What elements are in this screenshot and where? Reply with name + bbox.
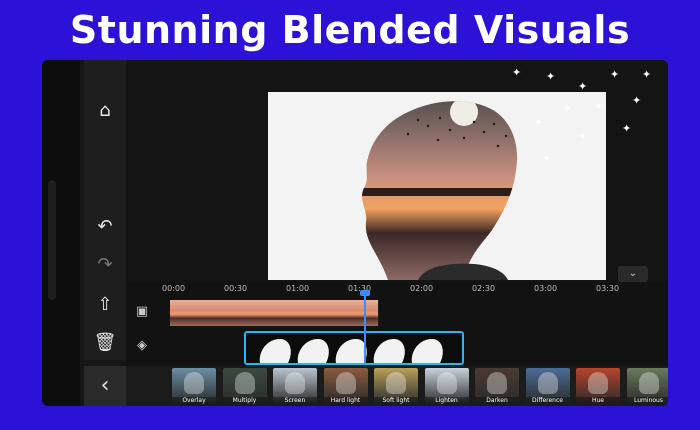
bird-icon: ✦ bbox=[546, 70, 556, 83]
tick-label: 03:00 bbox=[534, 284, 558, 293]
video-frame bbox=[338, 300, 379, 326]
home-icon[interactable]: ⌂ bbox=[92, 98, 118, 124]
bird-icon: ✦ bbox=[562, 102, 572, 115]
filter-luminous[interactable]: Luminous bbox=[626, 368, 668, 404]
timeline[interactable]: 00:00 00:30 01:00 01:30 02:00 02:30 03:0… bbox=[126, 282, 668, 366]
filter-thumbnail-image bbox=[335, 372, 356, 394]
filter-label: Screen bbox=[273, 397, 317, 404]
overlay-clip[interactable] bbox=[244, 331, 464, 365]
filter-lighten[interactable]: Lighten bbox=[424, 368, 469, 404]
bird-icon: ✦ bbox=[632, 94, 642, 107]
filter-thumbnail-image bbox=[386, 372, 406, 394]
bird-icon: ✦ bbox=[578, 80, 588, 93]
tick-label: 00:30 bbox=[224, 284, 248, 293]
timeline-ruler: 00:00 00:30 01:00 01:30 02:00 02:30 03:0… bbox=[126, 282, 668, 298]
tick-label: 00:00 bbox=[162, 284, 186, 293]
filter-label: Lighten bbox=[424, 397, 469, 404]
tick-label: 03:30 bbox=[596, 284, 620, 293]
filter-difference[interactable]: Difference bbox=[525, 368, 570, 404]
filter-thumbnail-image bbox=[537, 372, 558, 394]
page-title: Stunning Blended Visuals bbox=[69, 8, 631, 52]
bird-icon: ✦ bbox=[622, 122, 632, 135]
bird-icon: ✦ bbox=[534, 116, 544, 129]
playhead[interactable] bbox=[360, 290, 370, 364]
filter-thumbnail-image bbox=[285, 372, 305, 394]
filter-screen[interactable]: Screen bbox=[273, 368, 317, 404]
bird-icon: ✦ bbox=[542, 152, 552, 165]
filter-label: Soft light bbox=[374, 397, 418, 404]
filter-overlay[interactable]: Overlay bbox=[172, 368, 216, 404]
collapse-preview-button[interactable]: ⌄ bbox=[618, 266, 648, 282]
video-track-icon[interactable]: ▣ bbox=[130, 300, 154, 324]
filter-label: Darken bbox=[475, 397, 519, 404]
filter-label: Hue bbox=[576, 397, 620, 404]
filter-soft-light[interactable]: Soft light bbox=[374, 368, 418, 404]
filter-hard-light[interactable]: Hard light bbox=[323, 368, 368, 404]
filter-thumbnail-image bbox=[487, 372, 507, 394]
bird-icon: ✦ bbox=[578, 130, 588, 143]
filter-hue[interactable]: Hue bbox=[576, 368, 620, 404]
layers-icon[interactable]: ◈ bbox=[130, 334, 154, 358]
filter-label: Luminous bbox=[626, 397, 668, 404]
filter-label: Overlay bbox=[172, 397, 216, 404]
filter-label: Hard light bbox=[323, 397, 368, 404]
video-frame bbox=[170, 300, 213, 326]
filter-multiply[interactable]: Multiply bbox=[222, 368, 267, 404]
tick-label: 01:00 bbox=[286, 284, 310, 293]
delete-icon[interactable]: 🗑 bbox=[92, 330, 118, 356]
video-frame bbox=[212, 300, 255, 326]
filter-thumbnail-image bbox=[588, 372, 608, 394]
overlay-frames bbox=[246, 333, 462, 363]
tick-label: 02:00 bbox=[410, 284, 434, 293]
export-icon[interactable]: ⇧ bbox=[92, 292, 118, 318]
playhead-handle[interactable] bbox=[360, 290, 370, 296]
video-frame bbox=[296, 300, 339, 326]
bird-decoration: ✦ ✦ ✦ ✦ ✦ ✦ ✦ ✦ ✦ ✦ ✦ ✦ bbox=[482, 60, 668, 200]
bird-icon: ✦ bbox=[512, 66, 522, 79]
tick-label: 02:30 bbox=[472, 284, 496, 293]
filter-thumbnail-image bbox=[234, 372, 255, 394]
left-toolbar: ⌂ ↶ ↷ ⇧ 🗑 bbox=[84, 60, 126, 360]
bird-icon: ✦ bbox=[594, 100, 604, 113]
filter-label: Difference bbox=[525, 397, 570, 404]
video-frame bbox=[254, 300, 297, 326]
filter-thumbnail-image bbox=[638, 372, 659, 394]
blend-filter-strip: ‹ Overlay Multiply Screen Hard light Soft li… bbox=[84, 366, 668, 406]
bird-icon: ✦ bbox=[610, 68, 620, 81]
filter-darken[interactable]: Darken bbox=[475, 368, 519, 404]
side-button bbox=[48, 180, 56, 300]
redo-icon[interactable]: ↷ bbox=[92, 252, 118, 278]
filter-label: Multiply bbox=[222, 397, 267, 404]
undo-icon[interactable]: ↶ bbox=[92, 214, 118, 240]
phone-bezel bbox=[42, 60, 80, 406]
video-clip[interactable] bbox=[170, 300, 379, 326]
filter-thumbnail-image bbox=[436, 372, 457, 394]
bird-icon: ✦ bbox=[642, 68, 652, 81]
back-button[interactable]: ‹ bbox=[84, 366, 126, 406]
phone-frame: ⌄ ▶ ⌂ ↶ ↷ ⇧ 🗑 00:00 00:30 01:00 01:30 02… bbox=[42, 60, 668, 406]
filter-thumbnail-image bbox=[184, 372, 204, 394]
